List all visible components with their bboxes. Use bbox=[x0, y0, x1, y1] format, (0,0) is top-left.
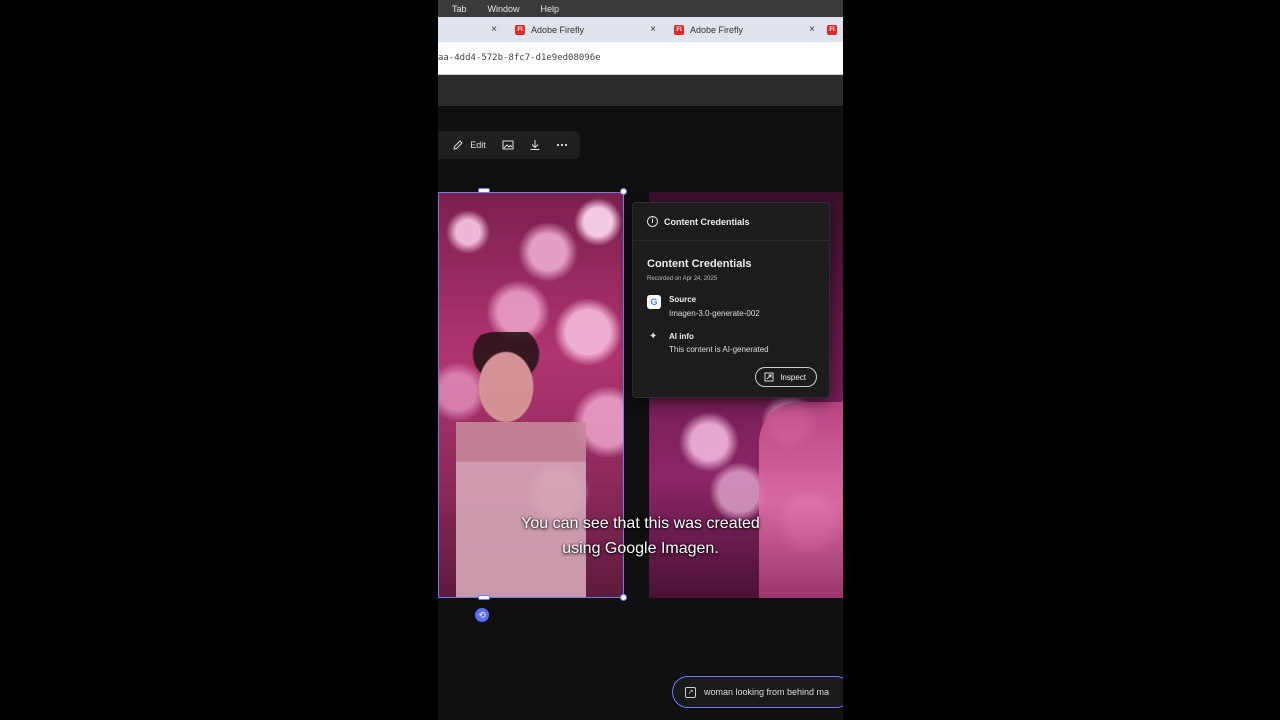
woman-figure bbox=[759, 402, 843, 598]
browser-tab[interactable]: × bbox=[438, 17, 503, 42]
edit-button[interactable]: Edit bbox=[438, 131, 494, 159]
credentials-header-label: Content Credentials bbox=[664, 216, 750, 227]
resize-handle[interactable] bbox=[620, 594, 627, 601]
more-button[interactable] bbox=[548, 131, 575, 159]
image-button[interactable] bbox=[494, 131, 521, 159]
menu-window[interactable]: Window bbox=[474, 4, 527, 14]
external-link-icon bbox=[764, 372, 774, 382]
resize-handle[interactable] bbox=[478, 595, 490, 600]
source-label: Source bbox=[669, 295, 697, 304]
rotate-icon[interactable]: ⟲ bbox=[475, 608, 489, 622]
resize-handle[interactable] bbox=[620, 188, 627, 195]
firefly-favicon-icon: Fl bbox=[827, 24, 837, 35]
inspect-label: Inspect bbox=[780, 372, 806, 382]
address-bar[interactable]: aa-4dd4-572b-8fc7-d1e9ed08096e bbox=[438, 42, 843, 75]
browser-tab-firefly[interactable]: Fl Adobe Firefly × bbox=[662, 17, 821, 42]
close-tab-icon[interactable]: × bbox=[809, 24, 815, 35]
pencil-icon bbox=[453, 140, 463, 150]
edit-label: Edit bbox=[470, 140, 486, 150]
browser-tab-firefly[interactable]: Fl Adobe Firefly × bbox=[503, 17, 662, 42]
menu-tab[interactable]: Tab bbox=[438, 4, 474, 14]
app-header bbox=[438, 75, 843, 106]
prompt-icon: ↗ bbox=[685, 686, 696, 698]
image-toolbar: Edit bbox=[438, 131, 580, 159]
download-button[interactable] bbox=[521, 131, 548, 159]
tab-bar: × Fl Adobe Firefly × Fl Adobe Firefly × … bbox=[438, 17, 843, 42]
url-text[interactable]: aa-4dd4-572b-8fc7-d1e9ed08096e bbox=[438, 53, 601, 63]
credentials-title: Content Credentials bbox=[647, 258, 752, 270]
firefly-favicon-icon: Fl bbox=[674, 24, 684, 35]
caption-line: using Google Imagen. bbox=[562, 540, 719, 557]
browser-viewport: Tab Window Help × Fl Adobe Firefly × Fl … bbox=[438, 0, 843, 720]
info-icon: i bbox=[647, 216, 658, 227]
menu-bar: Tab Window Help bbox=[438, 0, 843, 17]
firefly-favicon-icon: Fl bbox=[515, 24, 525, 35]
menu-help[interactable]: Help bbox=[527, 4, 567, 14]
resize-handle[interactable] bbox=[478, 188, 490, 193]
google-icon: G bbox=[647, 295, 661, 309]
caption-line: You can see that this was created bbox=[521, 515, 760, 532]
sparkle-icon: ✦ bbox=[649, 331, 658, 342]
image-icon bbox=[502, 140, 513, 150]
tab-label: Adobe Firefly bbox=[531, 24, 585, 35]
ai-info-label: AI info bbox=[669, 332, 694, 341]
prompt-chip[interactable]: ↗ woman looking from behind ma bbox=[672, 676, 843, 708]
more-icon bbox=[556, 143, 567, 147]
content-credentials-popup: i Content Credentials Content Credential… bbox=[632, 202, 830, 398]
ai-info-value: This content is AI-generated bbox=[669, 345, 769, 354]
credentials-header[interactable]: i Content Credentials bbox=[633, 203, 829, 241]
recorded-date: Recorded on Apr 24, 2025 bbox=[647, 276, 718, 282]
download-icon bbox=[530, 140, 539, 150]
prompt-text: woman looking from behind ma bbox=[704, 687, 830, 697]
inspect-button[interactable]: Inspect bbox=[755, 367, 817, 387]
video-caption: You can see that this was created using … bbox=[438, 511, 843, 561]
source-value: Imagen-3.0-generate-002 bbox=[669, 309, 760, 318]
browser-tab[interactable]: Fl bbox=[821, 17, 843, 42]
close-tab-icon[interactable]: × bbox=[491, 24, 497, 35]
tab-label: Adobe Firefly bbox=[690, 24, 744, 35]
close-tab-icon[interactable]: × bbox=[650, 24, 656, 35]
